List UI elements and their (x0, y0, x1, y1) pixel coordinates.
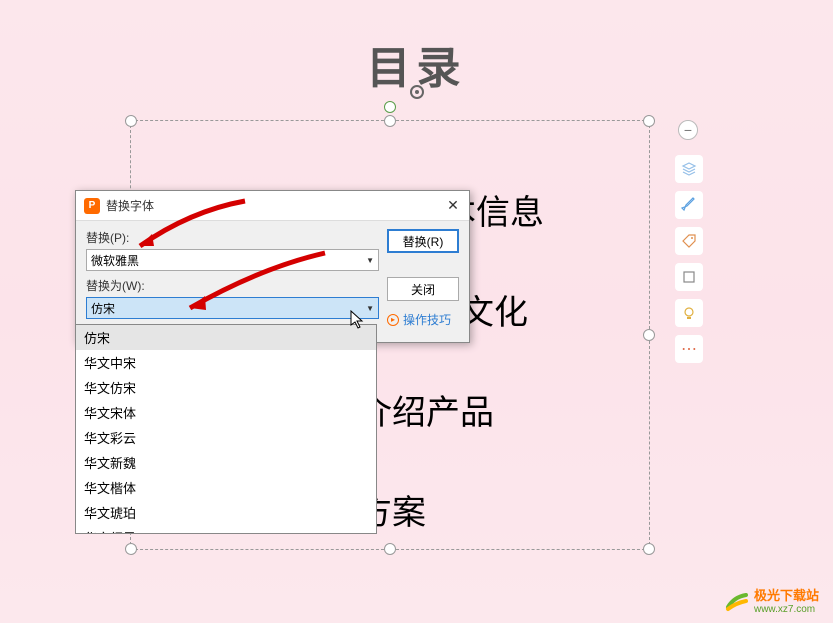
close-button[interactable]: 关闭 (387, 277, 459, 301)
collapse-button[interactable]: − (678, 120, 698, 140)
watermark-title: 极光下载站 (754, 589, 819, 603)
tips-link[interactable]: ▸ 操作技巧 (387, 311, 451, 328)
tag-tool-icon[interactable] (675, 227, 703, 255)
replace-with-font-value: 仿宋 (91, 300, 366, 317)
replace-label: 替换(P): (86, 229, 379, 246)
replace-button[interactable]: 替换(R) (387, 229, 459, 253)
rotate-handle[interactable] (384, 101, 396, 113)
dialog-titlebar[interactable]: P 替换字体 ✕ (76, 191, 469, 221)
font-option[interactable]: 华文琥珀 (76, 500, 376, 525)
replace-font-value: 微软雅黑 (91, 252, 366, 269)
square-tool-icon[interactable] (675, 263, 703, 291)
resize-handle-tr[interactable] (643, 115, 655, 127)
close-icon[interactable]: ✕ (445, 198, 461, 214)
chevron-down-icon: ▼ (366, 304, 374, 313)
side-toolbar: ⋯ (675, 155, 703, 363)
layers-tool-icon[interactable] (675, 155, 703, 183)
dialog-title: 替换字体 (106, 197, 445, 214)
font-option[interactable]: 华文中宋 (76, 350, 376, 375)
title-decoration-icon (410, 85, 424, 99)
resize-handle-mr[interactable] (643, 329, 655, 341)
more-tool-icon[interactable]: ⋯ (675, 335, 703, 363)
brush-tool-icon[interactable] (675, 191, 703, 219)
bulb-tool-icon[interactable] (675, 299, 703, 327)
replace-font-dialog: P 替换字体 ✕ 替换(P): 微软雅黑 ▼ 替换(R) 替换为(W): 仿宋 … (75, 190, 470, 343)
font-option[interactable]: 仿宋 (76, 325, 376, 350)
watermark-logo-icon (724, 589, 750, 615)
tips-link-label: 操作技巧 (403, 311, 451, 328)
watermark-url: www.xz7.com (754, 604, 819, 615)
font-dropdown-list[interactable]: 仿宋 华文中宋 华文仿宋 华文宋体 华文彩云 华文新魏 华文楷体 华文琥珀 华文… (75, 324, 377, 534)
resize-handle-bl[interactable] (125, 543, 137, 555)
resize-handle-tl[interactable] (125, 115, 137, 127)
content-line-3[interactable]: 介绍产品 (358, 385, 494, 434)
font-option[interactable]: 华文宋体 (76, 400, 376, 425)
replace-font-combo[interactable]: 微软雅黑 ▼ (86, 249, 379, 271)
resize-handle-tm[interactable] (384, 115, 396, 127)
font-option[interactable]: 华文新魏 (76, 450, 376, 475)
chevron-down-icon: ▼ (366, 256, 374, 265)
font-option[interactable]: 华文楷体 (76, 475, 376, 500)
font-option[interactable]: 华文仿宋 (76, 375, 376, 400)
replace-with-label: 替换为(W): (86, 277, 379, 294)
font-option[interactable]: 华文彩云 (76, 425, 376, 450)
play-icon: ▸ (387, 314, 399, 326)
replace-with-font-combo[interactable]: 仿宋 ▼ (86, 297, 379, 319)
content-line-2[interactable]: 文化 (460, 285, 528, 334)
watermark: 极光下载站 www.xz7.com (724, 589, 819, 615)
resize-handle-bm[interactable] (384, 543, 396, 555)
font-option[interactable]: 华文细黑 (76, 525, 376, 534)
app-icon: P (84, 198, 100, 214)
resize-handle-br[interactable] (643, 543, 655, 555)
